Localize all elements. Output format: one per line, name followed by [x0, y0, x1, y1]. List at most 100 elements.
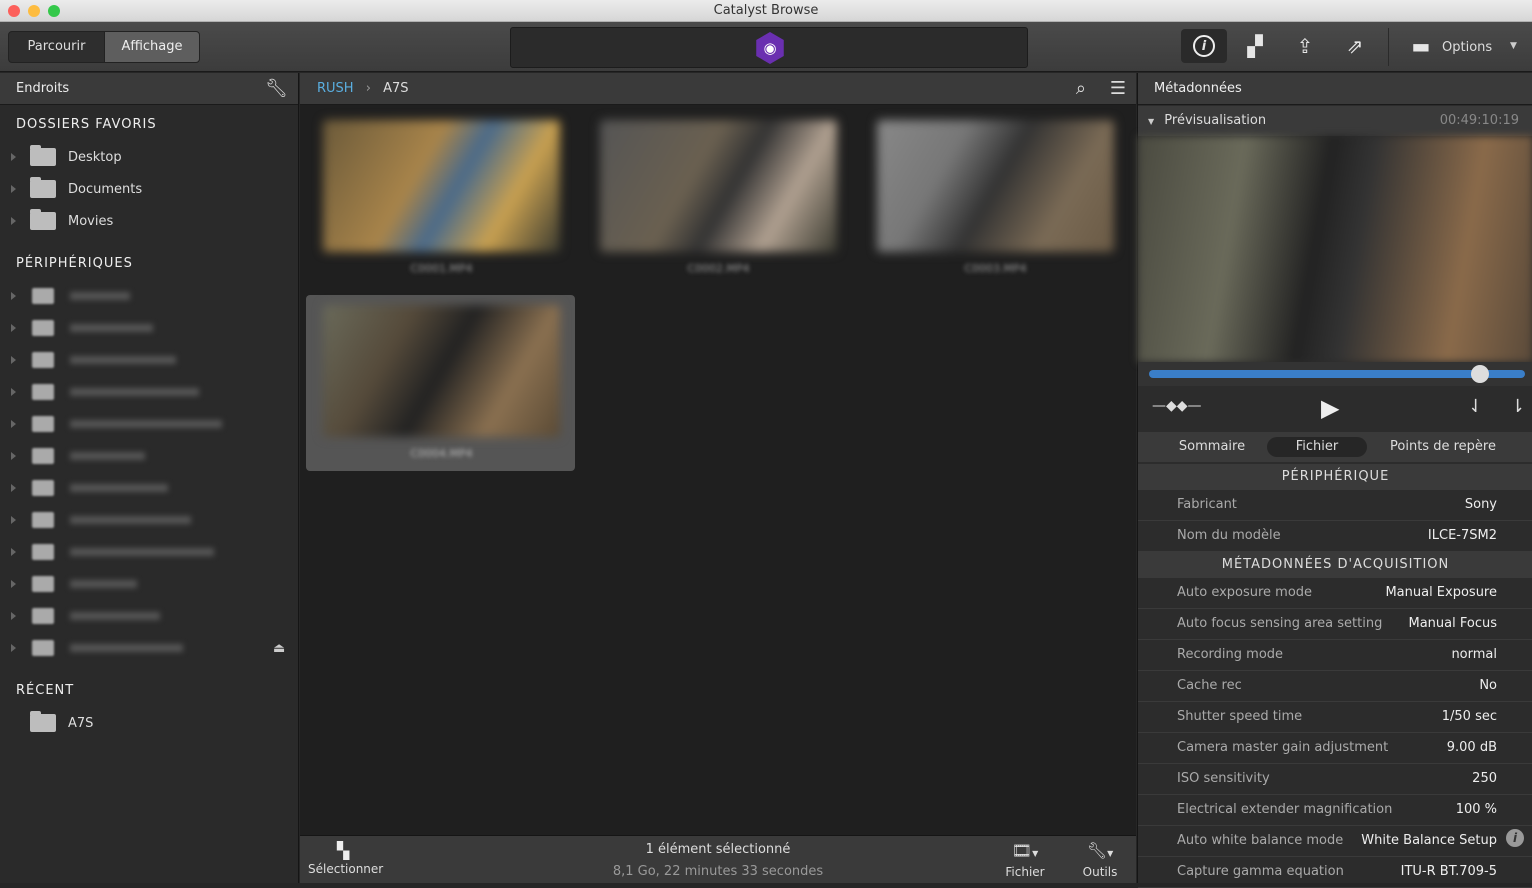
metadata-value: No	[1479, 678, 1497, 693]
metadata-value: normal	[1451, 647, 1497, 662]
metadata-value: ILCE-7SM2	[1427, 528, 1497, 543]
breadcrumb-rush[interactable]: RUSH	[317, 81, 354, 96]
sidebar-item-device[interactable]	[0, 600, 298, 632]
mark-out-icon[interactable]: ⇂	[1510, 396, 1525, 417]
expand-icon[interactable]	[11, 644, 16, 652]
metadata-key: Auto white balance mode	[1177, 833, 1344, 848]
expand-icon[interactable]	[11, 548, 16, 556]
folder-icon	[30, 177, 56, 198]
file-menu-button[interactable]: 🎞︎▼ Fichier	[1000, 840, 1050, 879]
expand-icon[interactable]	[11, 388, 16, 396]
tab-sommaire[interactable]: Sommaire	[1162, 437, 1262, 457]
expand-icon[interactable]	[11, 420, 16, 428]
device-label	[70, 484, 168, 492]
metadata-value: White Balance Setup	[1361, 833, 1497, 848]
tab-parcourir[interactable]: Parcourir	[8, 31, 105, 63]
expand-icon[interactable]	[11, 356, 16, 364]
info-icon[interactable]: i	[1181, 29, 1227, 63]
sidebar-item-device[interactable]	[0, 632, 298, 664]
expand-icon[interactable]	[11, 612, 16, 620]
sidebar-item-movies[interactable]: Movies	[0, 205, 298, 237]
toolbox-icon[interactable]: ▬	[1398, 29, 1444, 63]
expand-icon[interactable]	[11, 580, 16, 588]
metadata-row: ISO sensitivity 250	[1138, 764, 1532, 795]
zoom-button[interactable]	[48, 5, 60, 17]
options-chevron-icon[interactable]: ▼	[1510, 41, 1517, 51]
sidebar-item-device[interactable]	[0, 440, 298, 472]
section-heading: MÉTADONNÉES D'ACQUISITION	[1138, 552, 1532, 578]
sidebar-item-device[interactable]	[0, 504, 298, 536]
grid-icon: ▚	[336, 841, 350, 860]
tab-fichier[interactable]: Fichier	[1267, 437, 1367, 457]
tools-label: Outils	[1082, 865, 1118, 879]
device-label	[70, 324, 153, 332]
clip-thumbnail[interactable]	[877, 120, 1114, 252]
sidebar-item-documents[interactable]: Documents	[0, 173, 298, 205]
expand-icon[interactable]	[11, 292, 16, 300]
preview-header[interactable]: ▼ Prévisualisation 00:49:10:19	[1138, 106, 1532, 136]
content-browser: RUSH › A7S ⌕ ☰ C0001.MP4 C0002.MP4 C0003…	[300, 73, 1136, 835]
sidebar-item-device[interactable]	[0, 536, 298, 568]
favorites-heading: DOSSIERS FAVORIS	[16, 117, 157, 132]
select-label: Sélectionner	[308, 862, 384, 876]
share-icon[interactable]: ⇗	[1332, 29, 1378, 63]
app-logo-area: ◉	[510, 27, 1028, 68]
upload-icon[interactable]: ⇪	[1282, 29, 1328, 63]
sidebar-item-desktop[interactable]: Desktop	[0, 141, 298, 173]
expand-icon[interactable]	[11, 452, 16, 460]
drive-icon	[32, 352, 54, 368]
minimize-button[interactable]	[28, 5, 40, 17]
wrench-icon[interactable]: 🔧︎	[265, 73, 288, 105]
mark-in-icon[interactable]: ⇃	[1468, 396, 1483, 417]
sidebar-item-device[interactable]	[0, 376, 298, 408]
breadcrumb-a7s[interactable]: A7S	[383, 81, 408, 96]
folder-icon	[30, 145, 56, 166]
jog-icon[interactable]: —◆◆—	[1152, 398, 1202, 414]
list-view-icon[interactable]: ☰	[1110, 73, 1126, 105]
sidebar-item-a7s[interactable]: A7S	[0, 707, 298, 739]
wrench-icon: 🔧︎▼	[1086, 841, 1114, 860]
metadata-key: Shutter speed time	[1177, 709, 1303, 724]
metadata-key: Fabricant	[1177, 497, 1237, 512]
expand-icon[interactable]	[11, 324, 16, 332]
metadata-key: Electrical extender magnification	[1177, 802, 1393, 817]
scrubber-track-area	[1138, 362, 1532, 386]
tab-affichage[interactable]: Affichage	[104, 31, 200, 63]
device-label	[70, 548, 214, 556]
sidebar-item-device[interactable]	[0, 312, 298, 344]
windows-icon[interactable]: ▞	[1232, 29, 1278, 63]
devices-heading: PÉRIPHÉRIQUES	[16, 256, 133, 271]
expand-icon[interactable]	[11, 484, 16, 492]
clip-thumbnail[interactable]	[600, 120, 837, 252]
sidebar-item-device[interactable]	[0, 280, 298, 312]
metadata-key: Nom du modèle	[1177, 528, 1281, 543]
sidebar-item-device[interactable]	[0, 344, 298, 376]
clip-name: C0003.MP4	[964, 262, 1027, 275]
metadata-row: Electrical extender magnification 100 %	[1138, 795, 1532, 826]
search-icon[interactable]: ⌕	[1076, 73, 1086, 105]
clip-thumbnail[interactable]	[323, 120, 560, 252]
video-preview[interactable]	[1138, 136, 1532, 362]
tab-points-de-repere[interactable]: Points de repère	[1378, 437, 1508, 457]
drive-icon	[32, 608, 54, 624]
metadata-row: Fabricant Sony	[1138, 490, 1532, 521]
scrubber[interactable]	[1149, 370, 1525, 378]
play-icon[interactable]: ▶	[1321, 394, 1339, 422]
sidebar-item-device[interactable]	[0, 568, 298, 600]
item-label: Desktop	[68, 149, 122, 165]
device-label	[70, 452, 145, 460]
metadata-key: ISO sensitivity	[1177, 771, 1270, 786]
options-button[interactable]: Options	[1442, 40, 1492, 55]
metadata-header: Métadonnées	[1138, 73, 1532, 105]
close-button[interactable]	[8, 5, 20, 17]
drive-icon	[32, 640, 54, 656]
clip-thumbnail[interactable]	[323, 305, 560, 437]
metadata-value: 100 %	[1455, 802, 1497, 817]
sidebar-item-device[interactable]	[0, 408, 298, 440]
sidebar-item-device[interactable]	[0, 472, 298, 504]
folder-icon	[30, 711, 56, 732]
select-button[interactable]: ▚ Sélectionner	[308, 840, 384, 876]
playhead-handle[interactable]	[1470, 365, 1489, 383]
tools-menu-button[interactable]: 🔧︎▼ Outils	[1075, 840, 1125, 879]
expand-icon[interactable]	[11, 516, 16, 524]
